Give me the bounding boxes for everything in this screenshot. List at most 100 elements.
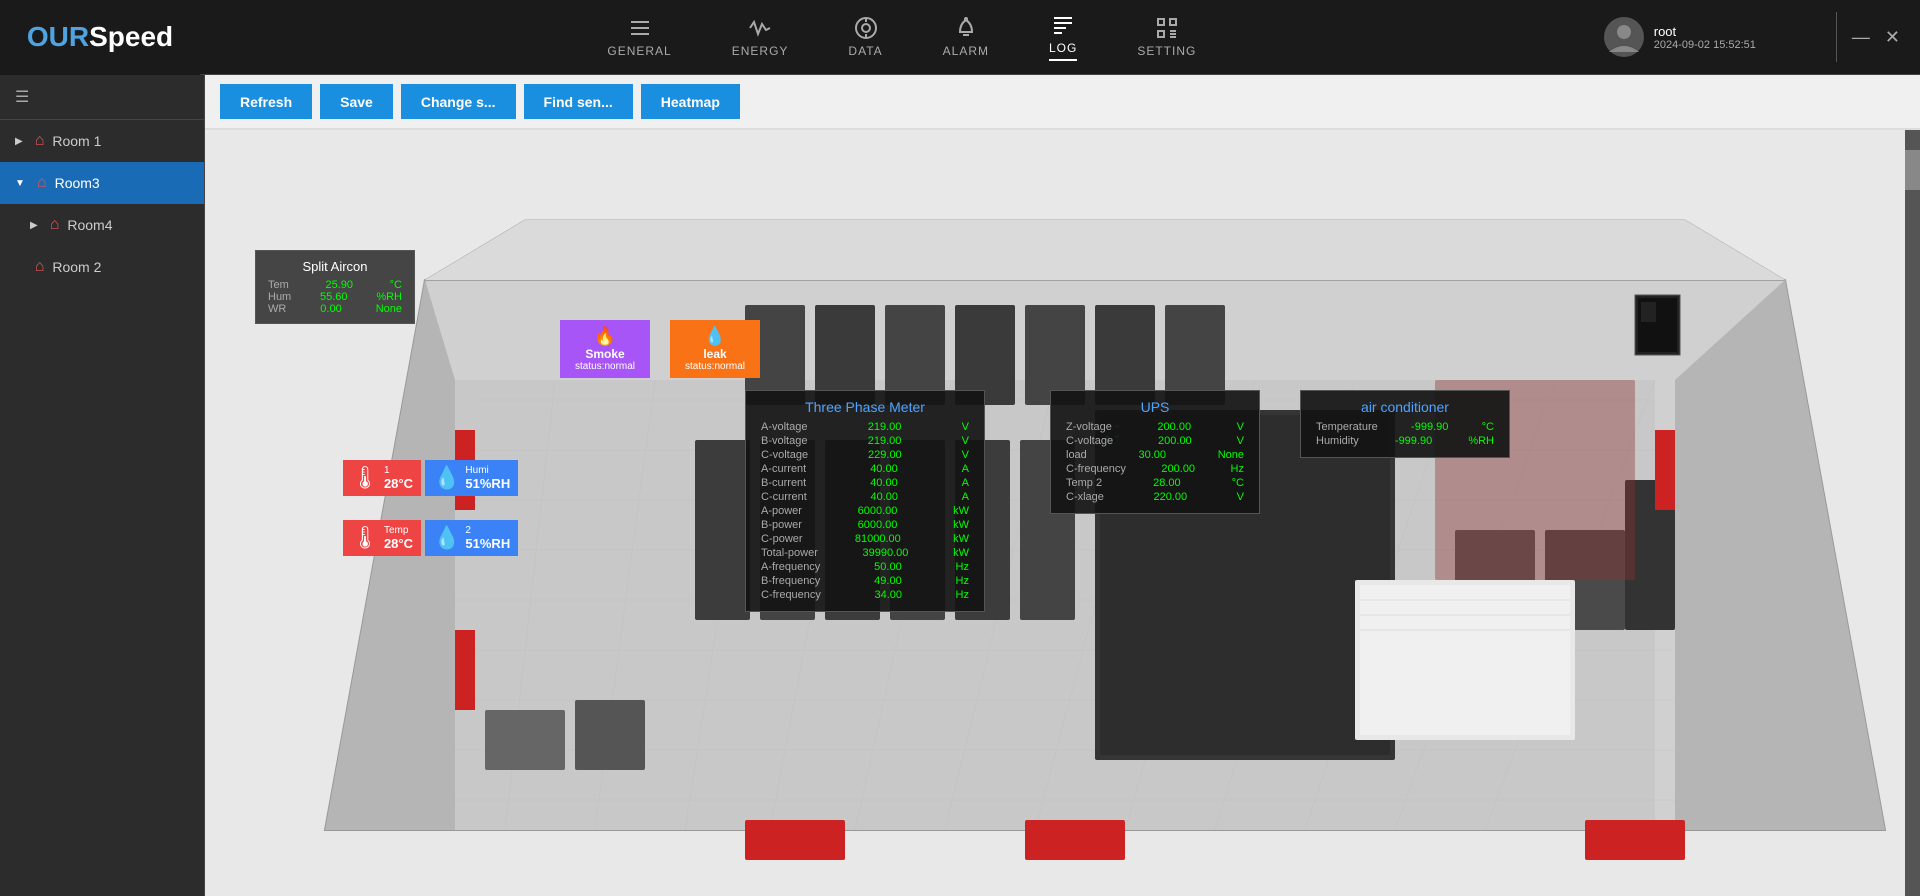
floorplan: Split Aircon Tem 25.90 °C Hum 55.60 %RH … [205,130,1920,896]
scrollbar-right[interactable] [1905,130,1920,896]
widget-leak: 💧 leak status:normal [670,320,760,378]
leak-icon: 💧 [680,326,750,347]
sidebar-header: ☰ [0,75,204,120]
row-a-current: A-current 40.00 A [761,463,969,475]
sidebar: ☰ ▶ ⌂ Room 1 ▼ ⌂ Room3 ▶ ⌂ Room4 ▶ ⌂ Roo… [0,75,205,896]
logo-our: OUR [27,21,89,53]
log-icon [1051,13,1075,37]
ac-rows: Temperature -999.90 °C Humidity -999.90 … [1316,421,1494,447]
house-icon-room2: ⌂ [35,258,45,276]
username: root [1654,24,1756,39]
temp1-info: 1 28°C [384,465,413,491]
sidebar-item-room4[interactable]: ▶ ⌂ Room4 [0,204,204,246]
row-a-voltage: A-voltage 219.00 V [761,421,969,433]
temp2-value: 28°C [384,536,413,551]
sidebar-item-room3[interactable]: ▼ ⌂ Room3 [0,162,204,204]
widget-three-phase: Three Phase Meter A-voltage 219.00 V B-v… [745,390,985,612]
change-s-button[interactable]: Change s... [401,84,516,119]
widget-smoke: 🔥 Smoke status:normal [560,320,650,378]
humi2-value: 51%RH [465,536,510,551]
ups-title: UPS [1066,399,1244,415]
split-aircon-row-0: Tem 25.90 °C [268,279,402,291]
leak-status: status:normal [680,361,750,372]
temp2-info: Temp 28°C [384,525,413,551]
tem-unit: °C [390,279,402,291]
refresh-button[interactable]: Refresh [220,84,312,119]
widget-air-conditioner: air conditioner Temperature -999.90 °C H… [1300,390,1510,458]
bell-icon [954,16,978,40]
user-area: root 2024-09-02 15:52:51 [1604,17,1756,57]
save-button[interactable]: Save [320,84,393,119]
close-button[interactable]: ✕ [1885,27,1900,48]
row-total-power: Total-power 39990.00 kW [761,547,969,559]
ups-rows: Z-voltage 200.00 V C-voltage 200.00 V lo… [1066,421,1244,503]
smoke-icon: 🔥 [570,326,640,347]
nav-data[interactable]: DATA [848,16,882,58]
sidebar-label-room4: Room4 [67,217,112,233]
nav-alarm[interactable]: ALARM [943,16,989,58]
row-b-power: B-power 6000.00 kW [761,519,969,531]
split-aircon-row-2: WR 0.00 None [268,303,402,315]
sidebar-label-room3: Room3 [55,175,100,191]
avatar [1604,17,1644,57]
row-b-voltage: B-voltage 219.00 V [761,435,969,447]
row-c-power: C-power 81000.00 kW [761,533,969,545]
sidebar-menu-icon: ☰ [15,87,29,107]
house-icon-room4: ⌂ [50,216,60,234]
main-content: Split Aircon Tem 25.90 °C Hum 55.60 %RH … [205,130,1920,896]
row-temperature-ac: Temperature -999.90 °C [1316,421,1494,433]
hum-unit: %RH [376,291,402,303]
user-info: root 2024-09-02 15:52:51 [1654,24,1756,51]
minimize-button[interactable]: — [1852,27,1870,48]
temp1-label: 1 [384,465,413,476]
temp2-label: Temp [384,525,413,536]
thermo-icon-1: 🌡 [351,465,379,491]
three-phase-rows: A-voltage 219.00 V B-voltage 219.00 V C-… [761,421,969,601]
sidebar-item-room1[interactable]: ▶ ⌂ Room 1 [0,120,204,162]
nav-energy[interactable]: ENERGY [732,16,789,58]
nav-setting[interactable]: SETTING [1137,16,1196,58]
tem-value: 25.90 [325,279,353,291]
window-controls: — ✕ [1852,27,1900,48]
scrollbar-thumb[interactable] [1905,150,1920,190]
drop-icon-1: 💧 [433,465,460,491]
value: 219.00 [868,421,902,433]
find-sen-button[interactable]: Find sen... [524,84,633,119]
humi2-info: 2 51%RH [465,525,510,551]
sidebar-item-room2[interactable]: ▶ ⌂ Room 2 [0,246,204,288]
target-icon [854,16,878,40]
arrow-icon-room4: ▶ [30,220,38,231]
humi1-label: Humi [465,465,510,476]
widget-ups: UPS Z-voltage 200.00 V C-voltage 200.00 … [1050,390,1260,514]
wave-icon [748,16,772,40]
logo-speed: Speed [89,21,173,53]
main-nav: GENERAL ENERGY DATA ALARM LOG [200,0,1604,75]
smoke-status: status:normal [570,361,640,372]
row-temp2: Temp 2 28.00 °C [1066,477,1244,489]
heatmap-button[interactable]: Heatmap [641,84,740,119]
unit: V [962,421,969,433]
house-icon: ⌂ [35,132,45,150]
nav-general[interactable]: GENERAL [607,16,671,58]
row-humidity-ac: Humidity -999.90 %RH [1316,435,1494,447]
app-logo: OURSpeed [0,0,200,75]
row-c-xlage: C-xlage 220.00 V [1066,491,1244,503]
row-b-freq: B-frequency 49.00 Hz [761,575,969,587]
row-c-freq: C-frequency 34.00 Hz [761,589,969,601]
row-b-current: B-current 40.00 A [761,477,969,489]
sidebar-label-room1: Room 1 [52,133,101,149]
label: A-voltage [761,421,807,433]
temp1-value: 28°C [384,476,413,491]
wr-unit: None [376,303,402,315]
user-avatar-icon [1609,22,1639,52]
widget-humi1: 💧 Humi 51%RH [425,460,518,496]
nav-log[interactable]: LOG [1049,13,1077,61]
list-icon [628,16,652,40]
smoke-label: Smoke [570,347,640,361]
hum-label: Hum [268,291,291,303]
drop-icon-2: 💧 [433,525,460,551]
humi1-value: 51%RH [465,476,510,491]
row-c-current: C-current 40.00 A [761,491,969,503]
hum-value: 55.60 [320,291,348,303]
house-icon-room3: ⌂ [37,174,47,192]
